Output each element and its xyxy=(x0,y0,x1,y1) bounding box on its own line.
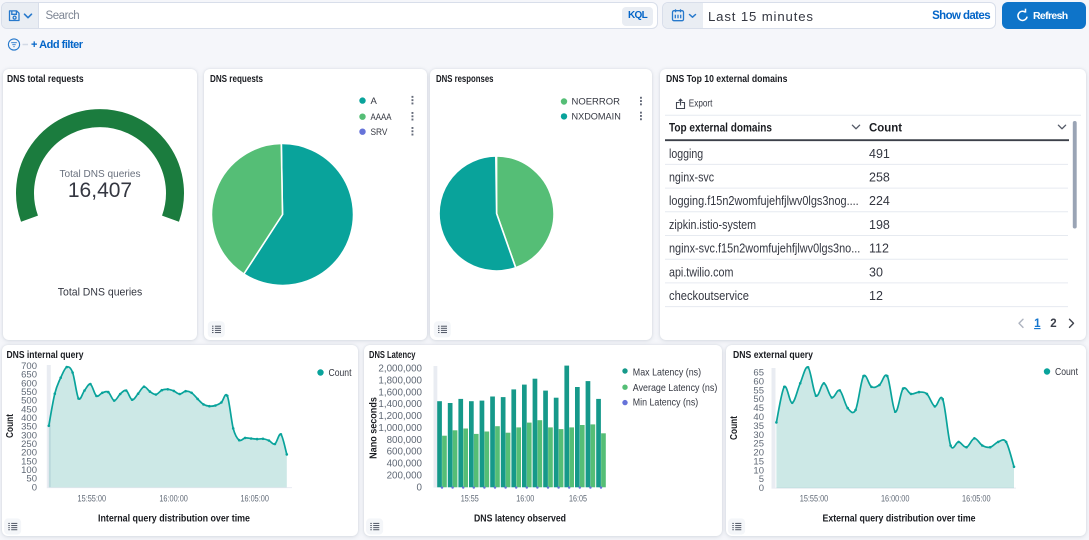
svg-text:SRV: SRV xyxy=(371,127,389,138)
svg-text:DNS Top 10 external domains: DNS Top 10 external domains xyxy=(666,73,788,85)
svg-text:16:00:00: 16:00:00 xyxy=(159,494,188,504)
svg-text:nginx-svc: nginx-svc xyxy=(669,170,714,185)
svg-text:258: 258 xyxy=(869,171,890,185)
svg-text:1: 1 xyxy=(1034,318,1041,330)
svg-text:Average Latency (ns): Average Latency (ns) xyxy=(633,382,718,394)
svg-text:15:55:00: 15:55:00 xyxy=(78,494,107,504)
svg-text:2: 2 xyxy=(1050,318,1056,330)
svg-text:NOERROR: NOERROR xyxy=(572,97,621,108)
svg-text:1,200,000: 1,200,000 xyxy=(378,411,422,422)
svg-text:200,000: 200,000 xyxy=(387,470,423,481)
svg-text:198: 198 xyxy=(869,218,890,232)
svg-text:600,000: 600,000 xyxy=(387,447,423,458)
svg-text:External query distribution ov: External query distribution over time xyxy=(823,514,976,525)
svg-text:16:05:00: 16:05:00 xyxy=(240,494,269,504)
svg-text:Max Latency (ns): Max Latency (ns) xyxy=(633,366,701,378)
svg-text:1,800,000: 1,800,000 xyxy=(378,376,422,387)
svg-text:Count: Count xyxy=(329,367,352,379)
svg-text:checkoutservice: checkoutservice xyxy=(669,288,749,303)
svg-text:0: 0 xyxy=(417,482,423,493)
svg-text:nginx-svc.f15n2womfujehfjlwv0l: nginx-svc.f15n2womfujehfjlwv0lgs3no... xyxy=(669,241,860,256)
svg-text:Min Latency (ns): Min Latency (ns) xyxy=(633,397,698,409)
svg-text:zipkin.istio-system: zipkin.istio-system xyxy=(669,217,756,232)
svg-text:30: 30 xyxy=(869,265,883,279)
svg-text:112: 112 xyxy=(869,242,889,256)
svg-text:65: 65 xyxy=(753,368,764,379)
svg-text:15:55: 15:55 xyxy=(461,494,479,504)
svg-text:Total DNS queries: Total DNS queries xyxy=(58,287,143,299)
svg-text:api.twilio.com: api.twilio.com xyxy=(669,264,733,279)
svg-text:logging.f15n2womfujehfjlwv0lgs: logging.f15n2womfujehfjlwv0lgs3nog.... xyxy=(669,193,859,208)
svg-text:16,407: 16,407 xyxy=(68,179,132,202)
svg-text:DNS total requests: DNS total requests xyxy=(7,73,84,85)
svg-text:400,000: 400,000 xyxy=(387,459,423,470)
svg-text:DNS external query: DNS external query xyxy=(733,349,813,361)
svg-text:Count: Count xyxy=(869,121,902,135)
svg-text:700: 700 xyxy=(21,361,37,372)
svg-text:DNS latency observed: DNS latency observed xyxy=(474,514,566,525)
svg-text:Top external domains: Top external domains xyxy=(669,121,772,135)
svg-text:DNS Latency: DNS Latency xyxy=(369,349,416,361)
svg-text:Count: Count xyxy=(1055,366,1078,378)
svg-text:DNS internal query: DNS internal query xyxy=(7,349,84,361)
svg-text:1,400,000: 1,400,000 xyxy=(378,399,422,410)
svg-text:16:05: 16:05 xyxy=(569,494,587,504)
svg-text:16:00: 16:00 xyxy=(516,494,534,504)
svg-text:16:00:00: 16:00:00 xyxy=(881,494,910,504)
svg-text:1,600,000: 1,600,000 xyxy=(378,387,422,398)
svg-text:NXDOMAIN: NXDOMAIN xyxy=(572,112,621,123)
svg-text:224: 224 xyxy=(869,194,890,208)
svg-text:16:05:00: 16:05:00 xyxy=(962,494,991,504)
svg-text:15:55:00: 15:55:00 xyxy=(800,494,829,504)
svg-text:DNS responses: DNS responses xyxy=(436,73,494,85)
svg-text:DNS requests: DNS requests xyxy=(210,73,263,85)
svg-text:Internal query distribution ov: Internal query distribution over time xyxy=(98,514,250,525)
svg-text:AAAA: AAAA xyxy=(371,112,393,123)
svg-text:491: 491 xyxy=(869,147,890,161)
svg-text:2,000,000: 2,000,000 xyxy=(378,364,422,375)
svg-text:1,000,000: 1,000,000 xyxy=(378,423,422,434)
svg-text:logging: logging xyxy=(669,146,703,161)
svg-text:Count: Count xyxy=(5,413,16,438)
svg-text:A: A xyxy=(371,96,378,107)
svg-text:Export: Export xyxy=(689,98,713,110)
svg-text:800,000: 800,000 xyxy=(387,435,423,446)
svg-text:12: 12 xyxy=(869,289,883,303)
svg-text:Count: Count xyxy=(729,415,740,440)
svg-text:Nano seconds: Nano seconds xyxy=(369,397,380,459)
